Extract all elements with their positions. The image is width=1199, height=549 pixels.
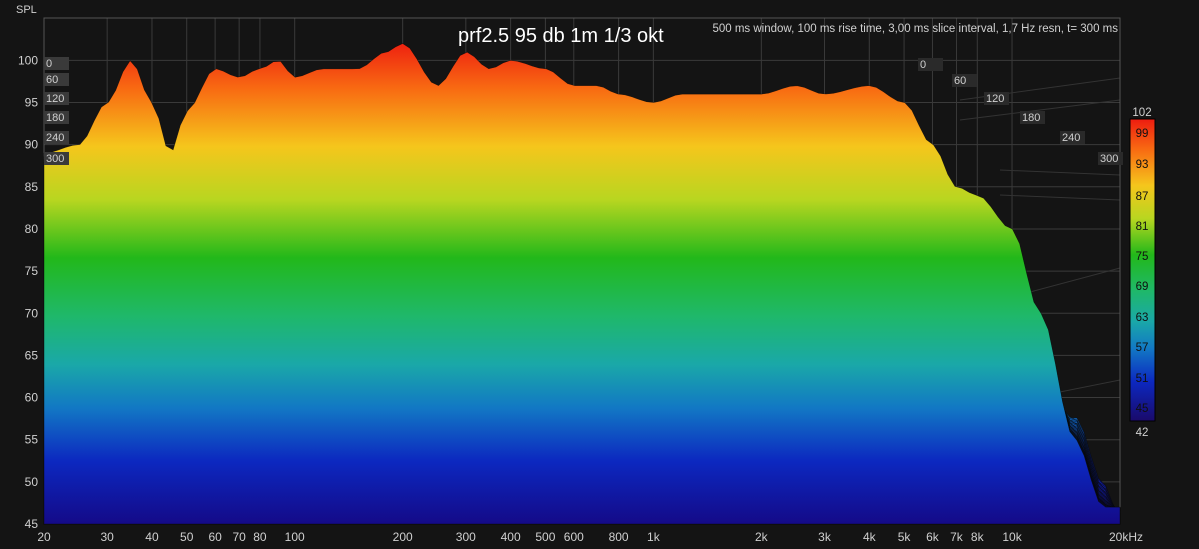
x-tick-label: 10k bbox=[1002, 530, 1022, 544]
colorbar-tick-label: 57 bbox=[1136, 342, 1149, 354]
colorbar-tick-label: 42 bbox=[1136, 427, 1149, 439]
x-tick-label: 60 bbox=[208, 530, 222, 544]
x-tick-label: 80 bbox=[253, 530, 267, 544]
time-tick-label-left: 240 bbox=[46, 132, 64, 144]
x-tick-label: 20 bbox=[37, 530, 51, 544]
waterfall-slices bbox=[43, 43, 1121, 525]
colorbar-tick-label: 63 bbox=[1136, 312, 1149, 324]
x-axis: 20 30 40 50 60 70 80 100 200 300 400 500 600 800 1k 2k 3… bbox=[37, 530, 1143, 544]
x-tick-label: 6k bbox=[926, 530, 940, 544]
time-tick-label-left: 60 bbox=[46, 74, 58, 86]
x-tick-label: 30 bbox=[100, 530, 114, 544]
x-tick-label: 50 bbox=[180, 530, 194, 544]
waterfall-chart: 0 0 60 60 120 120 180 180 240 240 300 300 20 30 40 50 6… bbox=[16, 4, 1156, 544]
x-tick-label: 4k bbox=[863, 530, 877, 544]
time-tick-label-right: 0 bbox=[920, 59, 926, 71]
x-tick-label: 20kHz bbox=[1109, 530, 1143, 544]
y-tick-label: 50 bbox=[25, 475, 39, 489]
chart-title: prf2.5 95 db 1m 1/3 okt bbox=[458, 25, 664, 47]
y-tick-label: 75 bbox=[25, 264, 39, 278]
colorbar-tick-label: 45 bbox=[1136, 403, 1149, 415]
time-tick-label-right: 60 bbox=[954, 75, 966, 87]
x-tick-label: 70 bbox=[232, 530, 246, 544]
y-tick-label: 70 bbox=[25, 306, 39, 320]
x-tick-label: 7k bbox=[950, 530, 964, 544]
x-tick-label: 8k bbox=[971, 530, 985, 544]
time-tick-label-left: 180 bbox=[46, 112, 64, 124]
time-tick-label-right: 240 bbox=[1062, 132, 1080, 144]
colorbar-tick-label: 99 bbox=[1136, 128, 1149, 140]
y-tick-label: 45 bbox=[25, 517, 39, 531]
colorbar-tick-label: 87 bbox=[1136, 191, 1149, 203]
x-tick-label: 400 bbox=[501, 530, 521, 544]
x-tick-label: 600 bbox=[564, 530, 584, 544]
time-tick-label-right: 120 bbox=[986, 93, 1004, 105]
x-tick-label: 200 bbox=[393, 530, 413, 544]
y-tick-label: 80 bbox=[25, 222, 39, 236]
y-tick-label: 85 bbox=[25, 180, 39, 194]
y-tick-label: 60 bbox=[25, 391, 39, 405]
colorbar-tick-label: 81 bbox=[1136, 221, 1149, 233]
colorbar-tick-label: 75 bbox=[1136, 251, 1149, 263]
x-tick-label: 100 bbox=[285, 530, 305, 544]
y-axis-label: SPL bbox=[16, 4, 37, 16]
x-tick-label: 300 bbox=[456, 530, 476, 544]
x-tick-label: 40 bbox=[145, 530, 159, 544]
y-tick-label: 65 bbox=[25, 348, 39, 362]
time-tick-label-left: 120 bbox=[46, 93, 64, 105]
time-tick-label-left: 0 bbox=[46, 58, 52, 70]
colorbar-tick-label: 51 bbox=[1136, 373, 1149, 385]
x-tick-label: 800 bbox=[609, 530, 629, 544]
colorbar-tick-label: 93 bbox=[1136, 159, 1149, 171]
perspective-gridline bbox=[999, 169, 1121, 176]
x-tick-label: 2k bbox=[755, 530, 769, 544]
time-tick-label-left: 300 bbox=[46, 153, 64, 165]
perspective-gridline bbox=[999, 194, 1121, 201]
colorbar-tick-label: 102 bbox=[1132, 107, 1151, 119]
chart-subtitle: 500 ms window, 100 ms rise time, 3,00 ms… bbox=[712, 23, 1118, 35]
x-tick-label: 5k bbox=[898, 530, 912, 544]
colorbar-tick-label: 69 bbox=[1136, 281, 1149, 293]
waterfall-slice bbox=[43, 43, 1121, 525]
y-tick-label: 55 bbox=[25, 433, 39, 447]
y-tick-label: 95 bbox=[25, 96, 39, 110]
y-tick-label: 100 bbox=[18, 53, 38, 67]
x-tick-label: 3k bbox=[818, 530, 832, 544]
x-tick-label: 500 bbox=[535, 530, 555, 544]
x-tick-label: 1k bbox=[647, 530, 661, 544]
time-tick-label-right: 300 bbox=[1100, 153, 1118, 165]
y-tick-label: 90 bbox=[25, 138, 39, 152]
time-tick-label-right: 180 bbox=[1022, 112, 1040, 124]
colorbar: 102 99 93 87 81 75 69 63 57 51 45 42 bbox=[1129, 107, 1156, 439]
y-axis: 45 50 55 60 65 70 75 80 85 90 95 100 bbox=[18, 53, 38, 531]
